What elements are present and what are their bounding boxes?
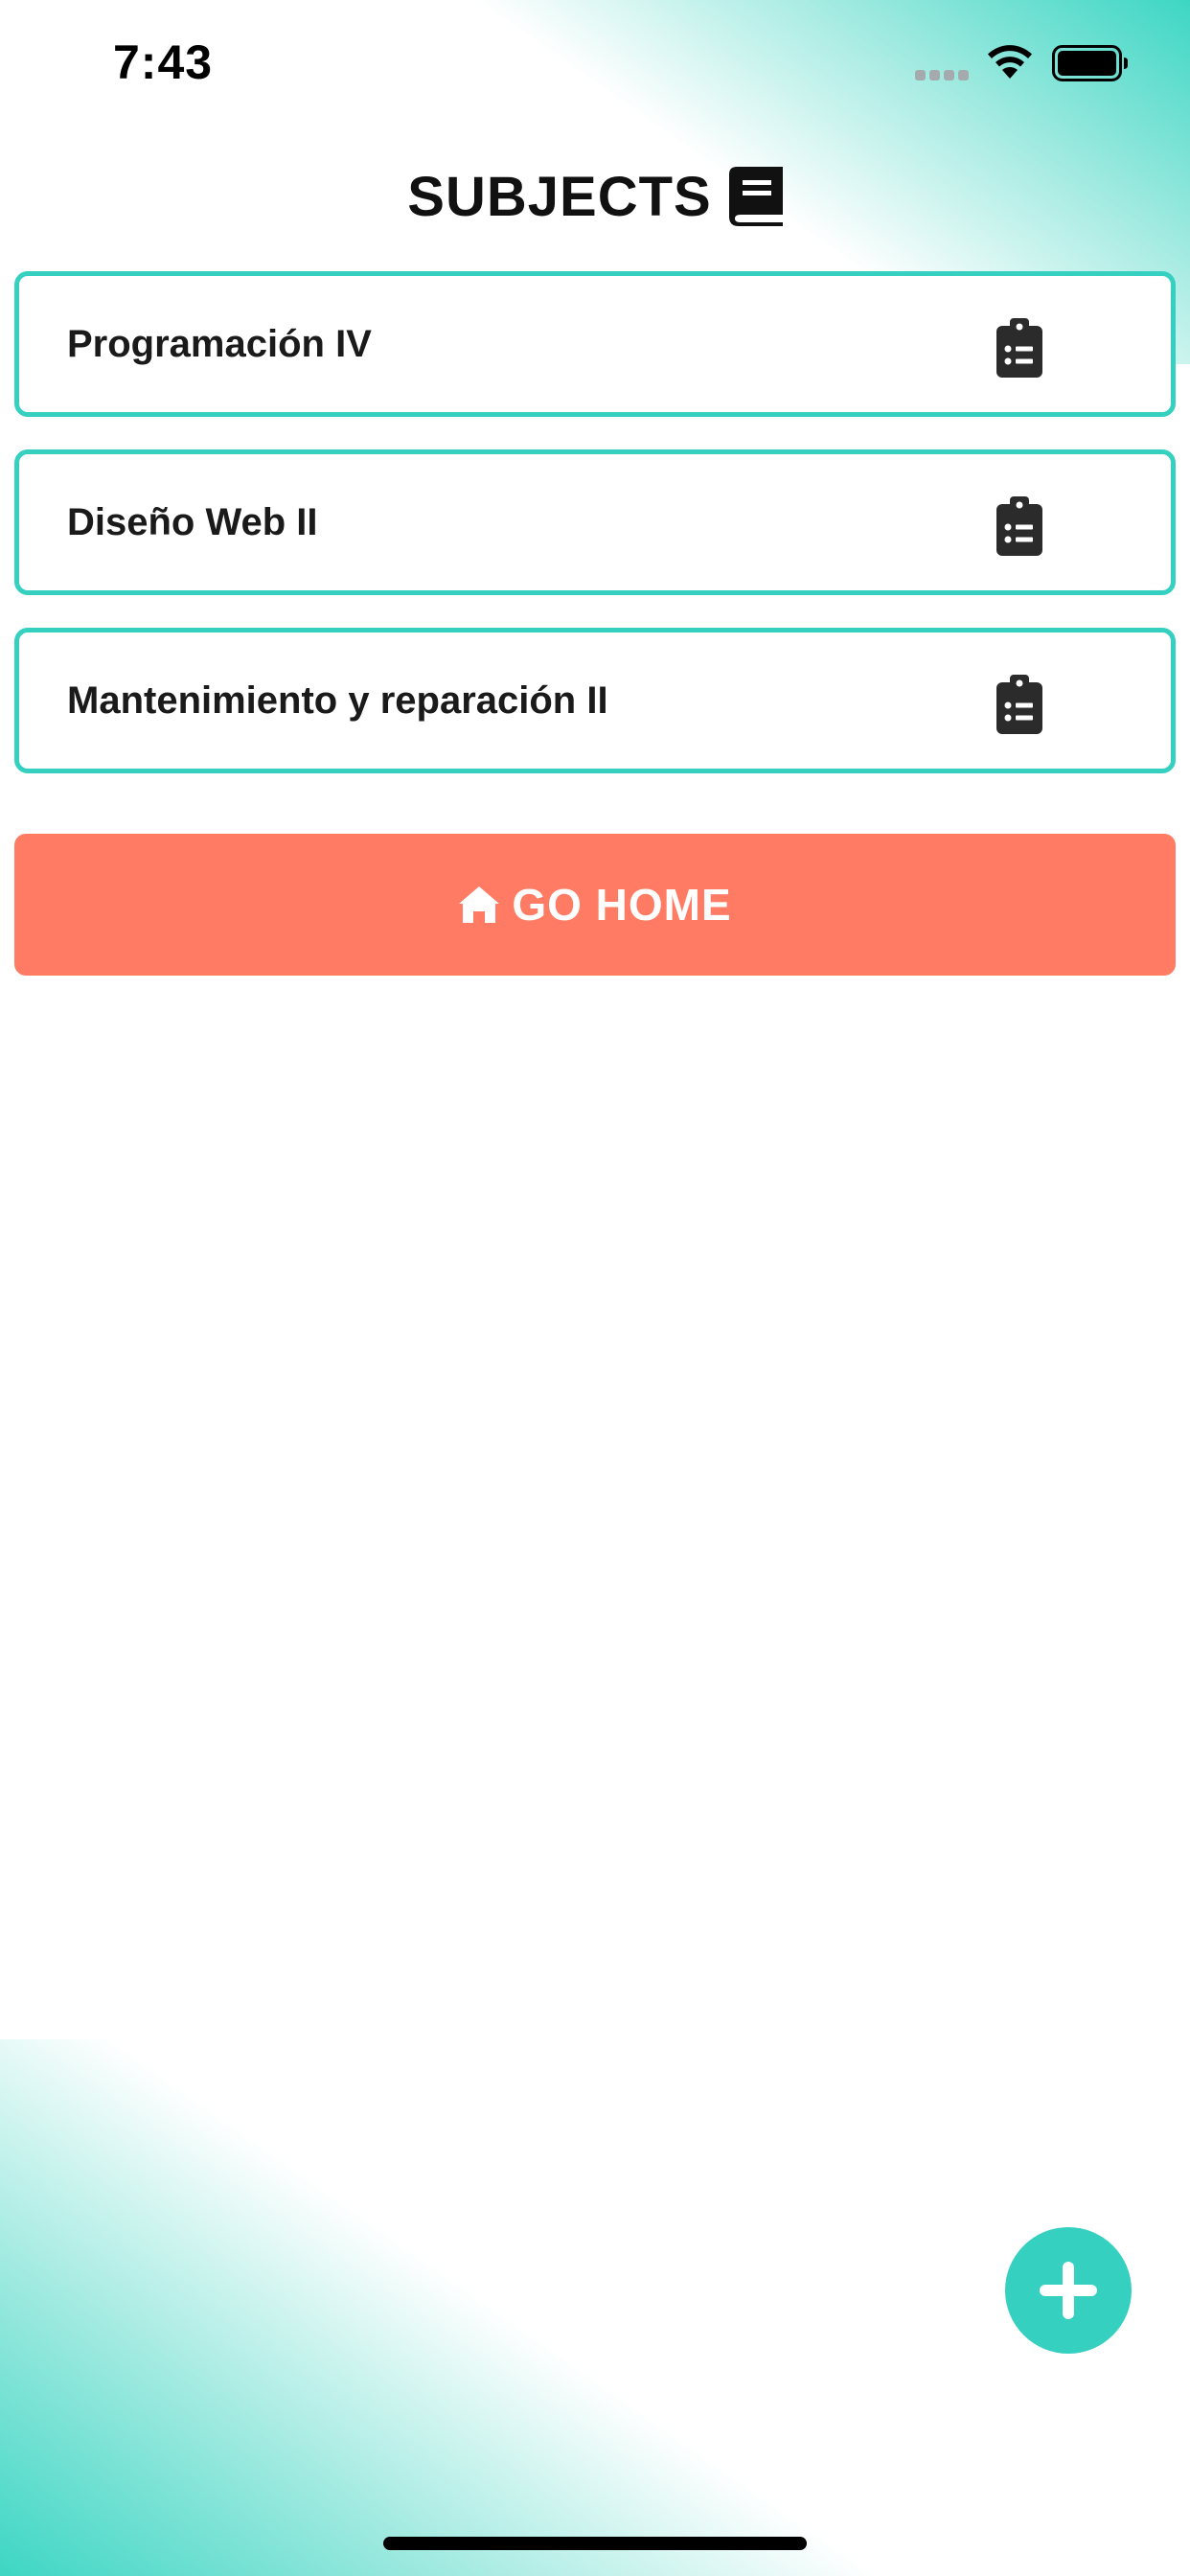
wifi-icon [988,45,1032,79]
battery-icon [1052,45,1128,81]
subject-name: Programación IV [67,323,372,365]
subject-list: Programación IV Diseño Web II Mantenimie… [14,271,1176,806]
page-header: SUBJECTS [0,153,1190,240]
plus-icon [1040,2262,1097,2319]
home-indicator[interactable] [383,2537,807,2550]
subject-card-diseno-web-ii[interactable]: Diseño Web II [14,449,1176,595]
subject-name: Diseño Web II [67,501,318,543]
add-subject-button[interactable] [1005,2227,1132,2354]
clipboard-list-icon[interactable] [996,496,1042,556]
book-icon [728,167,783,226]
clipboard-list-icon[interactable] [996,318,1042,378]
status-bar: 7:43 [0,0,1190,125]
subject-name: Mantenimiento y reparación II [67,679,608,722]
go-home-button[interactable]: GO HOME [14,834,1176,976]
status-time: 7:43 [113,35,214,89]
page-title: SUBJECTS [407,165,712,228]
subject-card-programacion-iv[interactable]: Programación IV [14,271,1176,417]
cellular-signal-icon [915,70,971,81]
home-icon [459,886,500,923]
clipboard-list-icon[interactable] [996,675,1042,734]
subject-card-mantenimiento-y-reparacion-ii[interactable]: Mantenimiento y reparación II [14,628,1176,773]
go-home-label: GO HOME [512,880,732,930]
